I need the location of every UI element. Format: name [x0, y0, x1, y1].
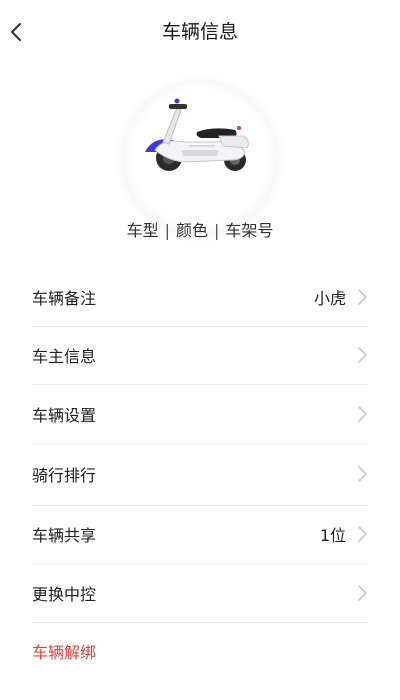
vehicle-color: 颜色 [175, 221, 208, 240]
menu-item-label: 骑行排行 [32, 466, 97, 485]
vehicle-image [123, 80, 277, 234]
menu-item-label: 车辆设置 [32, 405, 97, 425]
vehicle-frame-number: 车架号 [225, 221, 274, 240]
chevron-right-icon [358, 526, 367, 543]
menu-list: 车辆备注 小虎 车主信息 车辆设置 骑行排行 车辆共享 1位 更换中控 车辆解绑 [32, 268, 368, 680]
menu-item-label: 车辆解绑 [32, 643, 97, 663]
menu-item-ride-ranking[interactable]: 骑行排行 [32, 444, 368, 506]
menu-item-value: 1位 [319, 526, 346, 546]
top-bar: 车辆信息 [0, 0, 400, 64]
menu-item-label: 更换中控 [32, 584, 97, 604]
vehicle-meta: 车型 | 颜色 | 车架号 [0, 217, 400, 245]
chevron-right-icon [358, 466, 367, 482]
meta-separator: | [164, 221, 170, 240]
menu-item-vehicle-settings[interactable]: 车辆设置 [32, 385, 368, 444]
menu-item-value: 小虎 [313, 288, 346, 308]
menu-item-vehicle-note[interactable]: 车辆备注 小虎 [32, 268, 368, 327]
page-title: 车辆信息 [161, 21, 238, 43]
menu-item-replace-controller[interactable]: 更换中控 [32, 564, 368, 623]
scooter-icon [145, 98, 249, 171]
chevron-right-icon [358, 288, 367, 305]
menu-item-label: 车辆共享 [32, 526, 97, 546]
chevron-right-icon [358, 347, 367, 364]
menu-item-vehicle-sharing[interactable]: 车辆共享 1位 [32, 506, 368, 564]
chevron-right-icon [358, 405, 367, 422]
chevron-right-icon [358, 584, 367, 601]
menu-item-unbind-vehicle[interactable]: 车辆解绑 [32, 623, 368, 681]
meta-separator: | [214, 221, 220, 240]
vehicle-model: 车型 [126, 221, 159, 240]
menu-item-owner-info[interactable]: 车主信息 [32, 327, 368, 385]
menu-item-label: 车主信息 [32, 347, 97, 367]
menu-item-label: 车辆备注 [32, 288, 97, 308]
